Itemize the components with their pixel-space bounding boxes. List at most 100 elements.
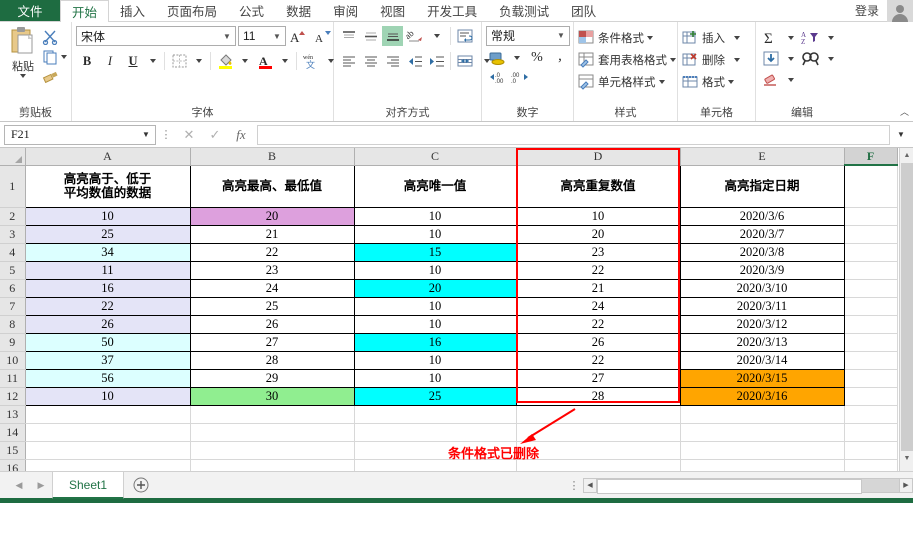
cancel-button[interactable]: ✕ bbox=[176, 125, 202, 145]
font-color-dropdown-arrow[interactable] bbox=[277, 51, 293, 71]
cell-D12[interactable]: 28 bbox=[515, 386, 681, 406]
cell-C13[interactable] bbox=[354, 405, 517, 424]
autosum-button[interactable]: Σ bbox=[760, 28, 782, 48]
cell-B15[interactable] bbox=[190, 441, 355, 460]
cell-D8[interactable]: 22 bbox=[515, 314, 681, 334]
select-all-button[interactable] bbox=[0, 148, 26, 166]
align-top-button[interactable] bbox=[338, 26, 359, 46]
cell-B14[interactable] bbox=[190, 423, 355, 442]
conditional-formatting-button[interactable]: 条件格式 bbox=[578, 27, 653, 48]
table-header-cell-b[interactable]: 高亮最高、最低值 bbox=[189, 164, 355, 208]
row-header-5[interactable]: 5 bbox=[0, 261, 26, 280]
cell-F7[interactable] bbox=[844, 297, 898, 316]
decrease-indent-button[interactable] bbox=[404, 51, 425, 71]
tab-data[interactable]: 数据 bbox=[275, 0, 322, 21]
row-header-6[interactable]: 6 bbox=[0, 279, 26, 298]
cell-C11[interactable]: 10 bbox=[353, 368, 517, 388]
comma-style-button[interactable]: , bbox=[549, 48, 571, 68]
cell-E3[interactable]: 2020/3/7 bbox=[679, 224, 845, 244]
paste-dropdown-arrow[interactable] bbox=[20, 74, 26, 78]
font-color-button[interactable]: A bbox=[254, 51, 276, 71]
cell-F12[interactable] bbox=[844, 387, 898, 406]
format-painter-button[interactable] bbox=[42, 68, 67, 86]
chevron-down-icon[interactable] bbox=[734, 35, 740, 40]
cell-F5[interactable] bbox=[844, 261, 898, 280]
paste-button[interactable]: 粘贴 bbox=[4, 25, 42, 78]
cell-D5[interactable]: 22 bbox=[515, 260, 681, 280]
cell-C3[interactable]: 10 bbox=[353, 224, 517, 244]
cell-E14[interactable] bbox=[680, 423, 845, 442]
cell-E11[interactable]: 2020/3/15 bbox=[679, 368, 845, 388]
horizontal-scrollbar[interactable]: ◀ ▶ bbox=[583, 472, 913, 498]
cell-B3[interactable]: 21 bbox=[189, 224, 355, 244]
cell-A16[interactable] bbox=[25, 459, 191, 471]
cell-E7[interactable]: 2020/3/11 bbox=[679, 296, 845, 316]
accounting-dropdown-arrow[interactable] bbox=[509, 48, 525, 68]
table-header-cell-a[interactable]: 高亮高于、低于 平均数值的数据 bbox=[24, 164, 191, 208]
fill-color-dropdown-arrow[interactable] bbox=[237, 51, 253, 71]
row-header-1[interactable]: 1 bbox=[0, 165, 26, 208]
cell-F6[interactable] bbox=[844, 279, 898, 298]
find-select-dropdown-arrow[interactable] bbox=[823, 49, 839, 69]
tab-load-test[interactable]: 负载测试 bbox=[488, 0, 560, 21]
cell-D14[interactable] bbox=[516, 423, 681, 442]
cell-C5[interactable]: 10 bbox=[353, 260, 517, 280]
cell-C2[interactable]: 10 bbox=[353, 206, 517, 226]
copy-button[interactable] bbox=[42, 48, 67, 66]
cell-F14[interactable] bbox=[844, 423, 898, 442]
cell-A6[interactable]: 16 bbox=[24, 278, 191, 298]
align-left-button[interactable] bbox=[338, 51, 359, 71]
cell-styles-button[interactable]: 单元格样式 bbox=[578, 71, 665, 92]
row-header-16[interactable]: 16 bbox=[0, 459, 26, 471]
fill-color-button[interactable] bbox=[214, 51, 236, 71]
cell-D13[interactable] bbox=[516, 405, 681, 424]
cell-A15[interactable] bbox=[25, 441, 191, 460]
cell-f1[interactable] bbox=[844, 165, 898, 208]
find-select-button[interactable] bbox=[800, 49, 822, 69]
cell-A7[interactable]: 22 bbox=[24, 296, 191, 316]
underline-button[interactable]: U bbox=[122, 51, 144, 71]
row-header-11[interactable]: 11 bbox=[0, 369, 26, 388]
next-sheet-button[interactable]: ▶ bbox=[30, 472, 52, 498]
insert-function-button[interactable]: fx bbox=[228, 125, 254, 145]
cell-B5[interactable]: 23 bbox=[189, 260, 355, 280]
cut-button[interactable] bbox=[42, 28, 67, 46]
increase-decimal-button[interactable]: .0 .00 bbox=[486, 67, 508, 87]
cell-A4[interactable]: 34 bbox=[24, 242, 191, 262]
tab-view[interactable]: 视图 bbox=[369, 0, 416, 21]
clear-button[interactable] bbox=[760, 70, 782, 90]
cell-D15[interactable] bbox=[516, 441, 681, 460]
cell-C10[interactable]: 10 bbox=[353, 350, 517, 370]
tab-team[interactable]: 团队 bbox=[560, 0, 607, 21]
scroll-up-button[interactable]: ▲ bbox=[900, 148, 913, 163]
expand-formula-bar-button[interactable]: ▼ bbox=[893, 130, 909, 139]
cell-D16[interactable] bbox=[516, 459, 681, 471]
scroll-left-button[interactable]: ◀ bbox=[583, 477, 597, 493]
bold-button[interactable]: B bbox=[76, 51, 98, 71]
cell-F15[interactable] bbox=[844, 441, 898, 460]
orientation-dropdown-arrow[interactable] bbox=[426, 26, 447, 46]
cell-C12[interactable]: 25 bbox=[353, 386, 517, 406]
cell-C14[interactable] bbox=[354, 423, 517, 442]
chevron-down-icon[interactable] bbox=[658, 79, 665, 84]
cell-A10[interactable]: 37 bbox=[24, 350, 191, 370]
collapse-ribbon-button[interactable]: ︿ bbox=[900, 105, 909, 118]
align-bottom-button[interactable] bbox=[382, 26, 403, 46]
font-size-combo[interactable]: 11 ▼ bbox=[238, 26, 286, 46]
row-header-10[interactable]: 10 bbox=[0, 351, 26, 370]
cell-A13[interactable] bbox=[25, 405, 191, 424]
cell-F16[interactable] bbox=[844, 459, 898, 471]
cell-E12[interactable]: 2020/3/16 bbox=[679, 386, 845, 406]
cell-B13[interactable] bbox=[190, 405, 355, 424]
cell-F8[interactable] bbox=[844, 315, 898, 334]
merge-center-button[interactable] bbox=[454, 51, 475, 71]
table-header-cell-e[interactable]: 高亮指定日期 bbox=[679, 164, 845, 208]
tab-insert[interactable]: 插入 bbox=[109, 0, 156, 21]
cell-C4[interactable]: 15 bbox=[353, 242, 517, 262]
tab-home[interactable]: 开始 bbox=[60, 0, 110, 22]
row-header-15[interactable]: 15 bbox=[0, 441, 26, 460]
horizontal-scroll-thumb[interactable] bbox=[597, 478, 862, 494]
phonetic-guide-button[interactable]: wén 文 bbox=[300, 51, 322, 71]
vertical-scrollbar[interactable]: ▲ ▼ bbox=[899, 148, 913, 471]
horizontal-scroll-track[interactable] bbox=[597, 477, 899, 494]
